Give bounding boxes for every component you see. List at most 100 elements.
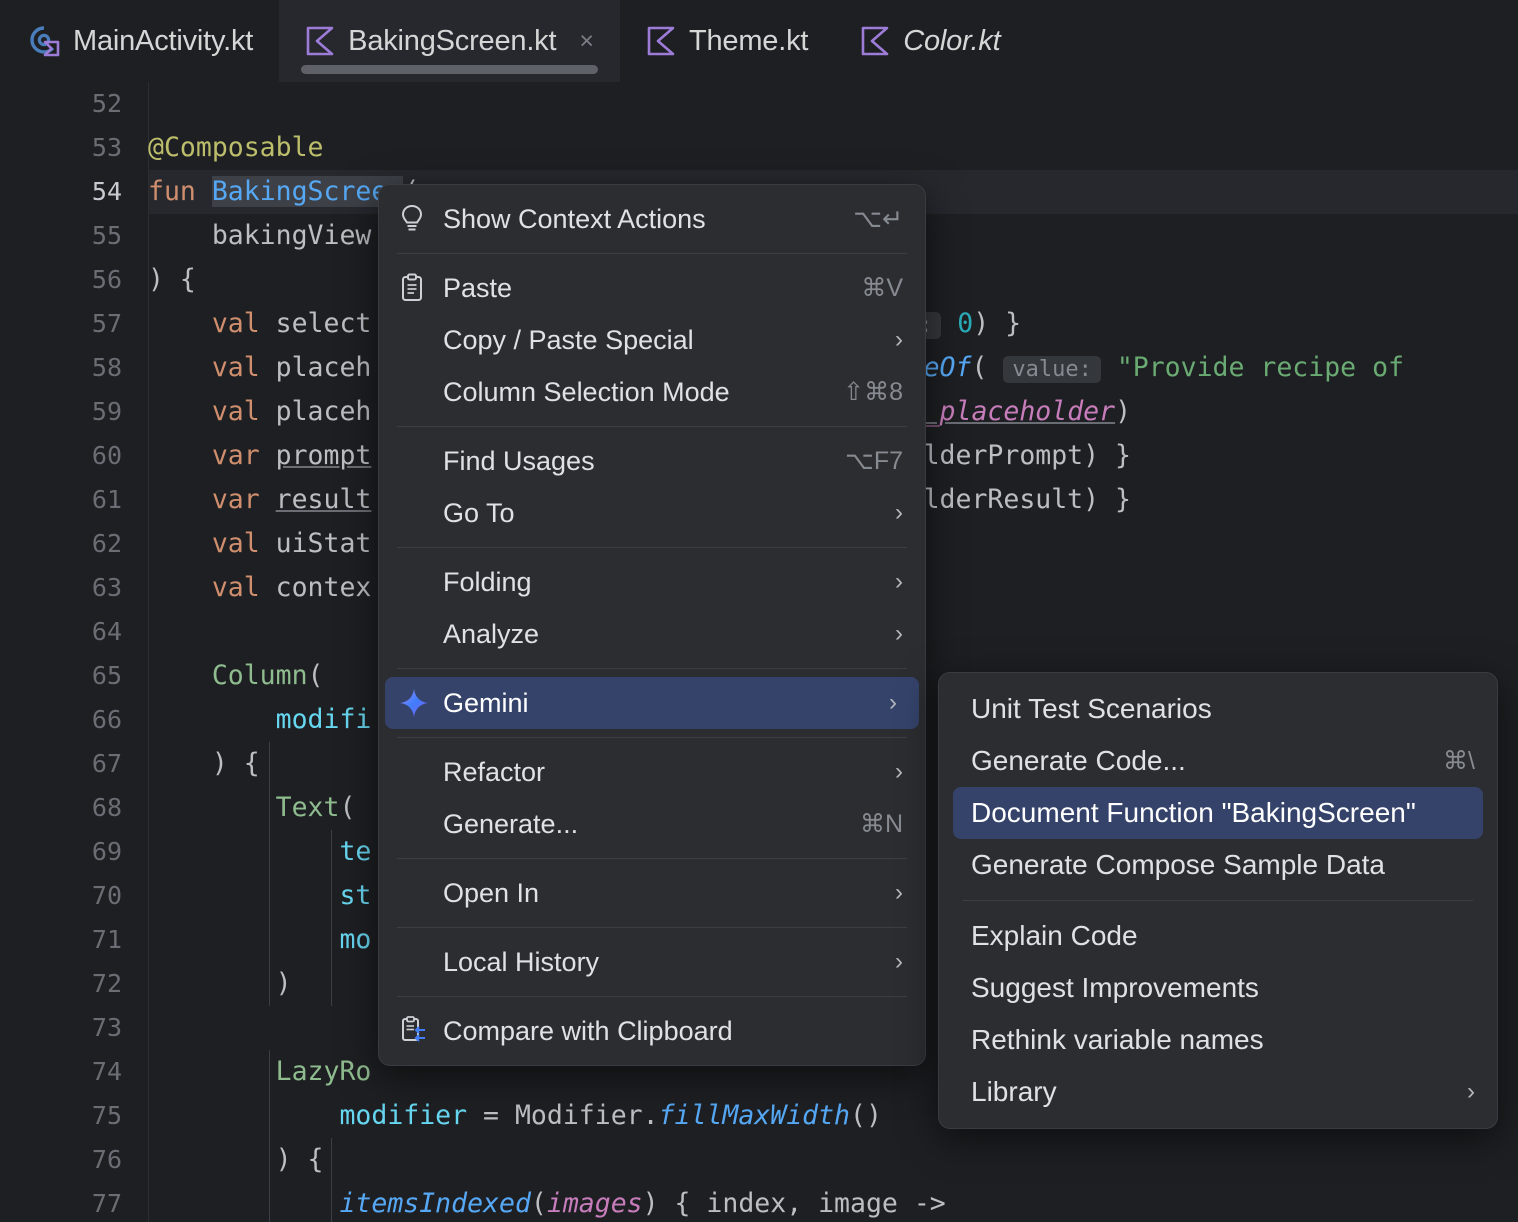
menu-item-shortcut: ⌘N [859,810,903,838]
line-number: 71 [91,925,122,954]
line-number: 58 [91,353,122,382]
tab-bakingscreen[interactable]: BakingScreen.kt × [279,0,620,82]
tab-color[interactable]: Color.kt [834,0,1026,82]
tab-label: Color.kt [903,24,1001,57]
menu-item-label: Paste [443,272,513,303]
line-number: 52 [91,89,122,118]
menu-item-label: Find Usages [443,445,595,476]
editor-tab-bar: MainActivity.kt BakingScreen.kt × Theme.… [0,0,1518,82]
submenu-item-label: Explain Code [971,920,1138,951]
line-number: 70 [91,881,122,910]
submenu-item-label: Document Function "BakingScreen" [971,797,1416,828]
line-number: 68 [91,793,122,822]
menu-item-compare-with-clipboard[interactable]: Compare with Clipboard [379,1005,925,1057]
menu-item-label: Analyze [443,618,540,649]
tab-mainactivity[interactable]: MainActivity.kt [0,0,279,82]
active-tab-indicator [301,65,598,74]
line-number: 55 [91,221,122,250]
kotlin-file-icon [646,26,676,56]
menu-item-generate[interactable]: Generate... ⌘N [379,798,925,850]
param-hint: value: [1003,356,1101,383]
line-number: 60 [91,441,122,470]
menu-item-label: Go To [443,497,515,528]
menu-item-label: Local History [443,946,600,977]
menu-separator [397,927,907,928]
menu-item-go-to[interactable]: Go To › [379,487,925,539]
chevron-right-icon: › [895,879,903,906]
menu-item-analyze[interactable]: Analyze › [379,608,925,660]
tab-label: BakingScreen.kt [348,24,557,57]
submenu-item-label: Library [971,1076,1057,1107]
menu-item-label: Copy / Paste Special [443,324,694,355]
menu-item-paste[interactable]: Paste ⌘V [379,262,925,314]
chevron-right-icon: › [895,758,903,785]
tab-theme[interactable]: Theme.kt [620,0,834,82]
gemini-sparkle-icon [399,688,437,718]
line-number: 53 [91,133,122,162]
editor-context-menu[interactable]: Show Context Actions ⌥↵ Paste ⌘V Copy / … [378,184,926,1066]
menu-item-label: Compare with Clipboard [443,1015,733,1046]
line-number: 62 [91,529,122,558]
chevron-right-icon: › [895,620,903,647]
line-number: 76 [91,1145,122,1174]
editor-gutter[interactable]: 52 53 54 55 56 57 58 59 60 61 62 63 64 6… [0,82,148,1222]
line-number: 66 [91,705,122,734]
close-icon[interactable]: × [579,28,594,54]
submenu-item-document-function[interactable]: Document Function "BakingScreen" [953,787,1483,839]
line-number: 64 [91,617,122,646]
line-number: 63 [91,573,122,602]
submenu-item-unit-test-scenarios[interactable]: Unit Test Scenarios [939,683,1497,735]
compose-kotlin-file-icon [26,24,60,58]
menu-item-folding[interactable]: Folding › [379,556,925,608]
menu-separator [397,547,907,548]
menu-item-shortcut: ⇧⌘8 [843,378,903,406]
submenu-item-label: Generate Compose Sample Data [971,849,1385,880]
tab-label: MainActivity.kt [73,24,254,57]
menu-item-label: Open In [443,877,540,908]
menu-item-local-history[interactable]: Local History › [379,936,925,988]
chevron-right-icon: › [895,948,903,975]
submenu-item-label: Rethink variable names [971,1024,1264,1055]
gemini-submenu[interactable]: Unit Test Scenarios Generate Code... ⌘\ … [938,672,1498,1129]
chevron-right-icon: › [895,499,903,526]
menu-item-column-selection-mode[interactable]: Column Selection Mode ⇧⌘8 [379,366,925,418]
menu-item-show-context-actions[interactable]: Show Context Actions ⌥↵ [379,193,925,245]
line-number: 77 [91,1189,122,1218]
line-number: 75 [91,1101,122,1130]
submenu-item-label: Suggest Improvements [971,972,1259,1003]
menu-item-copy-paste-special[interactable]: Copy / Paste Special › [379,314,925,366]
line-number: 59 [91,397,122,426]
submenu-item-rethink-variable-names[interactable]: Rethink variable names [939,1014,1497,1066]
submenu-item-library[interactable]: Library › [939,1066,1497,1118]
line-number: 54 [91,177,122,206]
submenu-item-explain-code[interactable]: Explain Code [939,910,1497,962]
code-line: itemsIndexed(images) { index, image -> [148,1188,946,1219]
submenu-item-generate-compose-sample-data[interactable]: Generate Compose Sample Data [939,839,1497,891]
menu-separator [397,996,907,997]
chevron-right-icon: › [895,568,903,595]
menu-item-find-usages[interactable]: Find Usages ⌥F7 [379,435,925,487]
menu-item-shortcut: ⌥F7 [845,447,903,475]
chevron-right-icon: › [1467,1078,1475,1105]
menu-separator [397,737,907,738]
line-number: 57 [91,309,122,338]
menu-item-gemini[interactable]: Gemini › [385,677,919,729]
menu-item-label: Folding [443,566,532,597]
line-number: 65 [91,661,122,690]
submenu-item-shortcut: ⌘\ [1443,747,1475,775]
submenu-item-label: Generate Code... [971,745,1186,776]
menu-item-shortcut: ⌥↵ [853,205,903,233]
line-number: 69 [91,837,122,866]
line-number: 61 [91,485,122,514]
menu-item-refactor[interactable]: Refactor › [379,746,925,798]
line-number: 67 [91,749,122,778]
code-line: @Composable [148,132,324,163]
submenu-item-generate-code[interactable]: Generate Code... ⌘\ [939,735,1497,787]
kotlin-file-icon [860,26,890,56]
menu-item-open-in[interactable]: Open In › [379,867,925,919]
menu-item-label: Gemini [443,687,529,718]
submenu-item-suggest-improvements[interactable]: Suggest Improvements [939,962,1497,1014]
compare-clipboard-icon [399,1016,437,1046]
tab-label: Theme.kt [688,24,809,57]
submenu-item-label: Unit Test Scenarios [971,693,1212,724]
